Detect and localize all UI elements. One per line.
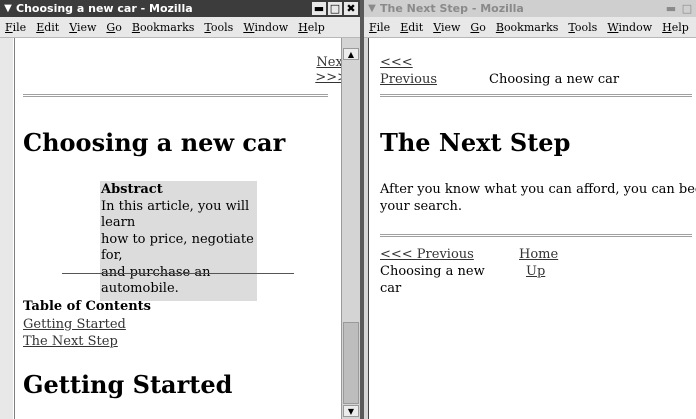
right-titlebar[interactable]: ▼ The Next Step - Mozilla ▬ □ xyxy=(364,0,696,17)
menu-help[interactable]: Help xyxy=(657,21,694,34)
menu-go[interactable]: Go xyxy=(101,21,126,34)
window-menu-icon[interactable]: ▼ xyxy=(364,3,380,14)
previous-link[interactable]: Previous xyxy=(380,72,437,87)
footer-previous-link[interactable]: <<< Previous xyxy=(380,247,474,262)
close-icon[interactable]: ✖ xyxy=(344,2,358,15)
toc-title: Table of Contents xyxy=(23,299,151,314)
left-sidebar-grippy[interactable] xyxy=(0,38,13,419)
footer-rule xyxy=(380,234,692,237)
scroll-up-icon[interactable]: ▲ xyxy=(343,48,359,60)
toc-link-getting-started[interactable]: Getting Started xyxy=(23,317,126,332)
minimize-icon[interactable]: ▬ xyxy=(664,2,678,15)
body-line: your search. xyxy=(380,199,463,214)
left-scrollbar[interactable]: ▲ ▼ xyxy=(341,38,360,419)
left-page-content: Next >>> Choosing a new car Abstract In … xyxy=(14,38,341,419)
next-link[interactable]: Next xyxy=(315,55,341,70)
prev-arrows-link[interactable]: <<< xyxy=(380,55,413,70)
abstract-box: Abstract In this article, you will learn… xyxy=(100,181,257,301)
next-arrows-link[interactable]: >>> xyxy=(315,70,341,85)
window-menu-icon[interactable]: ▼ xyxy=(0,3,16,14)
right-page-content: <<< Previous Choosing a new car The Next… xyxy=(368,38,696,419)
page-title: The Next Step xyxy=(380,128,571,157)
menu-file[interactable]: File xyxy=(0,21,31,34)
left-window-title: Choosing a new car - Mozilla xyxy=(16,2,193,15)
scroll-thumb[interactable] xyxy=(343,322,359,404)
menu-help[interactable]: Help xyxy=(293,21,330,34)
abstract-line: In this article, you will learn xyxy=(101,198,250,231)
page-title: Choosing a new car xyxy=(23,128,286,157)
menu-edit[interactable]: Edit xyxy=(31,21,64,34)
footer-context-line: Choosing a new xyxy=(380,264,485,279)
menu-file[interactable]: File xyxy=(364,21,395,34)
menu-edit[interactable]: Edit xyxy=(395,21,428,34)
abstract-line: how to price, negotiate for, xyxy=(101,231,254,264)
menu-bookmarks[interactable]: Bookmarks xyxy=(491,21,564,34)
right-window-title: The Next Step - Mozilla xyxy=(380,2,524,15)
menu-window[interactable]: Window xyxy=(238,21,293,34)
menu-tools[interactable]: Tools xyxy=(563,21,602,34)
header-rule xyxy=(23,94,328,97)
footer-context-line: car xyxy=(380,281,402,296)
menu-view[interactable]: View xyxy=(64,21,101,34)
right-browser-window: ▼ The Next Step - Mozilla ▬ □ File Edit … xyxy=(364,0,696,419)
menu-window[interactable]: Window xyxy=(602,21,657,34)
menu-bookmarks[interactable]: Bookmarks xyxy=(127,21,200,34)
footer-home-link[interactable]: Home xyxy=(519,247,558,262)
maximize-icon[interactable]: □ xyxy=(328,2,342,15)
right-menubar: File Edit View Go Bookmarks Tools Window… xyxy=(364,17,696,38)
minimize-icon[interactable]: ▬ xyxy=(312,2,326,15)
menu-view[interactable]: View xyxy=(428,21,465,34)
section-heading: Getting Started xyxy=(23,370,233,399)
menu-go[interactable]: Go xyxy=(465,21,490,34)
abstract-divider xyxy=(62,273,294,274)
abstract-title: Abstract xyxy=(101,182,163,197)
header-rule xyxy=(380,94,692,97)
left-titlebar[interactable]: ▼ Choosing a new car - Mozilla ▬ □ ✖ xyxy=(0,0,360,17)
scroll-down-icon[interactable]: ▼ xyxy=(343,405,359,417)
abstract-line: automobile. xyxy=(101,281,179,296)
left-menubar: File Edit View Go Bookmarks Tools Window… xyxy=(0,17,360,38)
footer-up-link[interactable]: Up xyxy=(526,264,545,279)
maximize-icon[interactable]: □ xyxy=(680,2,694,15)
toc-link-next-step[interactable]: The Next Step xyxy=(23,334,118,349)
left-browser-window: ▼ Choosing a new car - Mozilla ▬ □ ✖ Fil… xyxy=(0,0,360,419)
menu-tools[interactable]: Tools xyxy=(199,21,238,34)
nav-context-title: Choosing a new car xyxy=(489,72,620,87)
body-line: After you know what you can afford, you … xyxy=(380,182,696,197)
